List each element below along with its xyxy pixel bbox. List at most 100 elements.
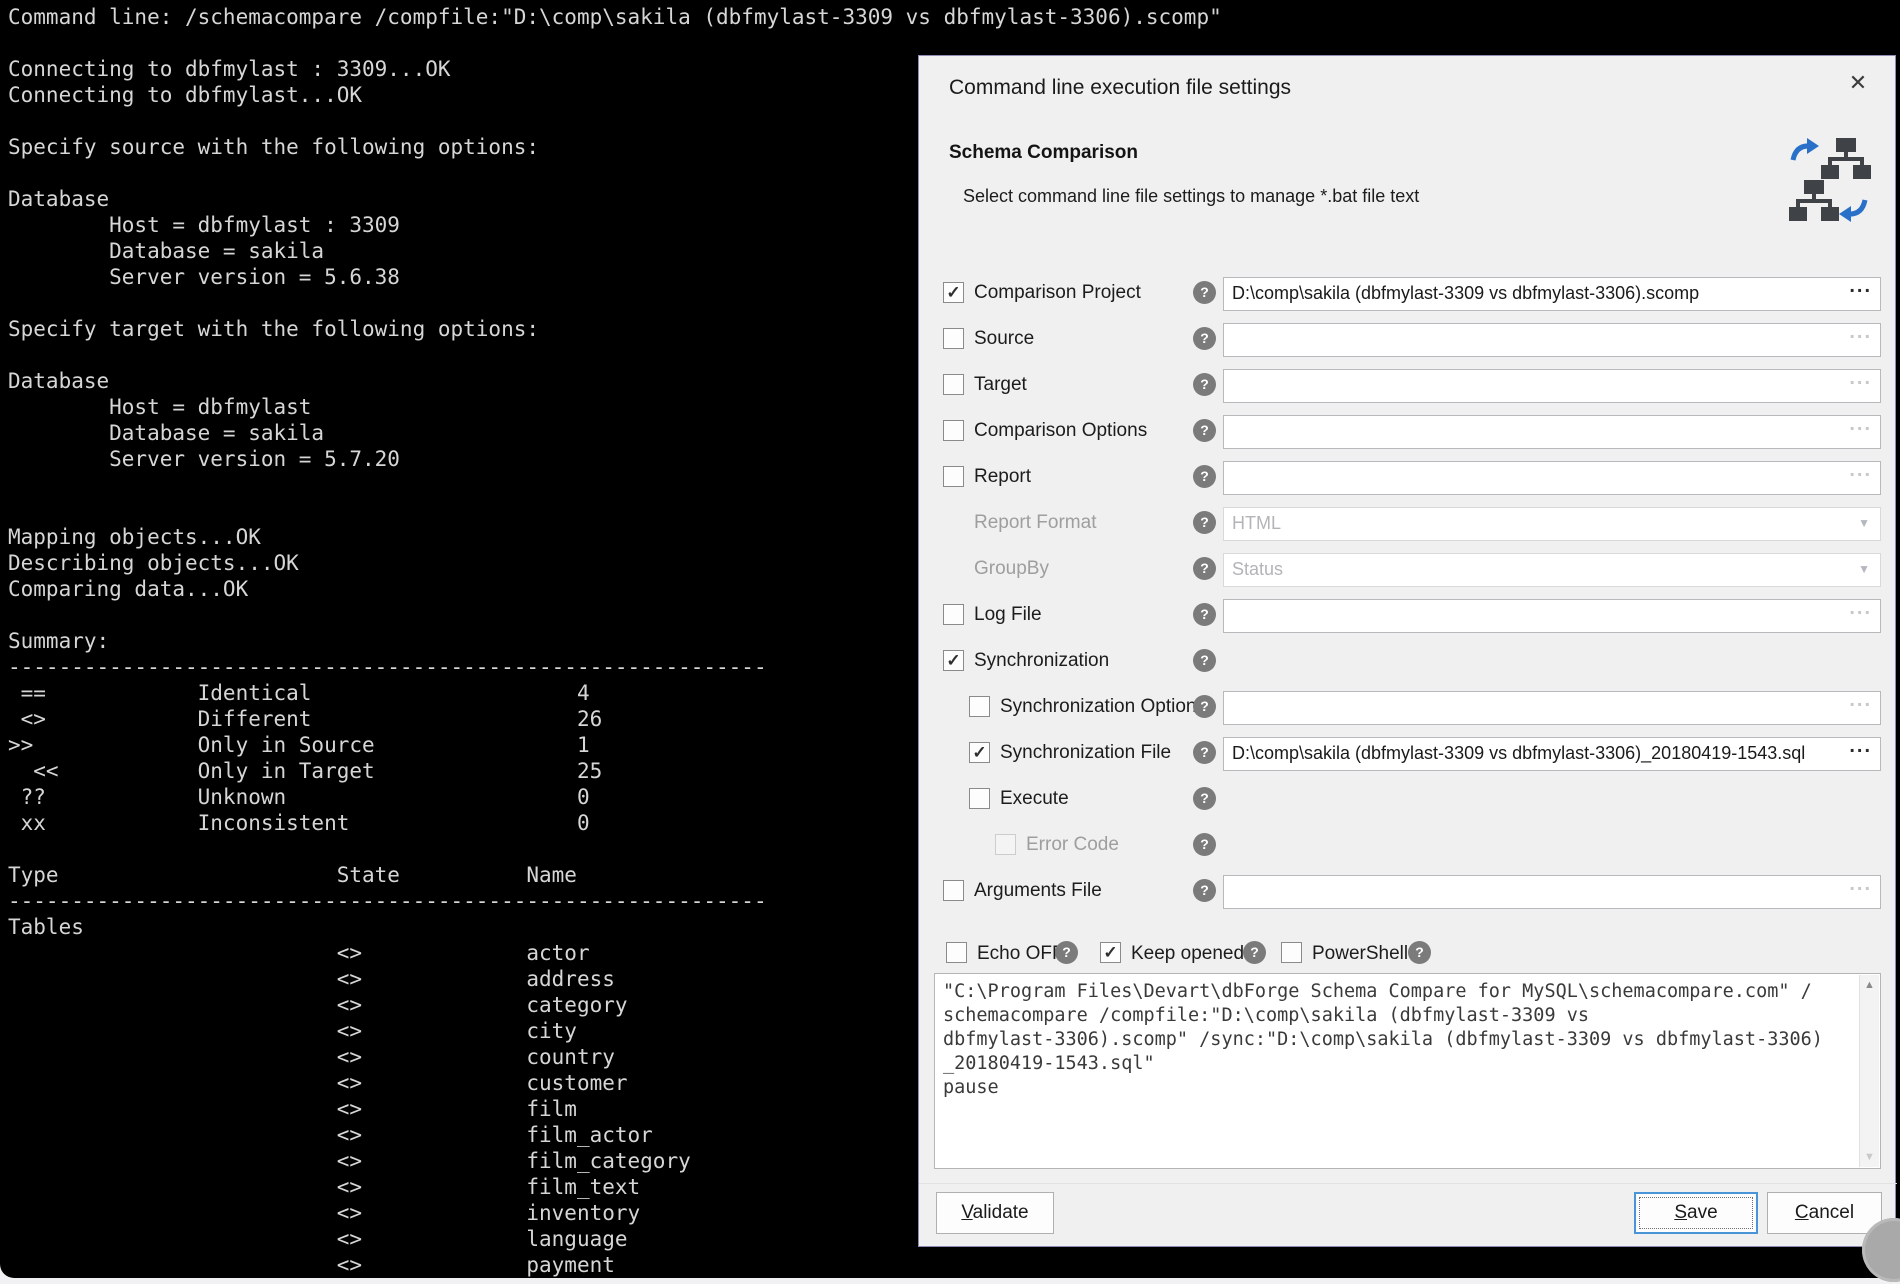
groupby-dropdown: Status ▼ [1223,553,1881,587]
report-format-dropdown: HTML▼ [1223,507,1881,541]
source-help-icon[interactable]: ? [1193,327,1216,350]
close-icon[interactable]: ✕ [1841,66,1875,100]
echo-off-label: Echo OFF [977,943,1064,965]
comparison-project-browse-button[interactable]: ... [1849,275,1872,298]
arguments-file-input[interactable]: ... [1223,875,1881,909]
row-report-format: Report Format? HTML▼ [919,501,1897,547]
powershell-help-icon[interactable]: ? [1408,941,1431,964]
schema-comparison-heading: Schema Comparison [949,142,1138,164]
comparison-options-checkbox[interactable] [943,420,964,441]
arguments-file-checkbox[interactable] [943,880,964,901]
synchronization-help-icon[interactable]: ? [1193,649,1216,672]
row-synchronization-file: ✓ Synchronization File? D:\comp\sakila (db… [919,731,1897,777]
dialog-footer: Validate Save Cancel [919,1183,1897,1246]
log-file-help-icon[interactable]: ? [1193,603,1216,626]
arguments-file-help-icon[interactable]: ? [1193,879,1216,902]
target-checkbox[interactable] [943,374,964,395]
target-help-icon[interactable]: ? [1193,373,1216,396]
scroll-up-icon[interactable]: ▲ [1860,979,1879,991]
report-help-icon[interactable]: ? [1193,465,1216,488]
arguments-file-browse-button: ... [1849,873,1872,896]
powershell-checkbox[interactable] [1281,942,1302,963]
source-label: Source [974,328,1034,350]
schema-comparison-subtitle: Select command line file settings to man… [963,186,1419,207]
save-button[interactable]: Save [1634,1192,1758,1234]
error-code-help-icon[interactable]: ? [1193,833,1216,856]
keep-opened-help-icon[interactable]: ? [1243,941,1266,964]
cancel-button[interactable]: Cancel [1767,1192,1882,1234]
report-format-label: Report Format [974,512,1096,534]
target-label: Target [974,374,1027,396]
keep-opened-checkbox[interactable]: ✓ [1100,942,1121,963]
batch-toggle-row: Echo OFF?✓Keep opened?PowerShell? [919,931,1897,975]
execute-checkbox[interactable] [969,788,990,809]
powershell-label: PowerShell [1312,943,1408,965]
synchronization-file-label: Synchronization File [1000,742,1171,764]
row-groupby: GroupBy? Status ▼ [919,547,1897,593]
comparison-options-label: Comparison Options [974,420,1147,442]
log-file-input[interactable]: ... [1223,599,1881,633]
source-checkbox[interactable] [943,328,964,349]
comparison-options-browse-button: ... [1849,413,1872,436]
execute-help-icon[interactable]: ? [1193,787,1216,810]
keep-opened-label: Keep opened [1131,943,1244,965]
batch-text-box[interactable]: "C:\Program Files\Devart\dbForge Schema … [934,973,1881,1169]
row-source: Source?... [919,317,1897,363]
report-format-help-icon[interactable]: ? [1193,511,1216,534]
row-log-file: Log File?... [919,593,1897,639]
batch-text: "C:\Program Files\Devart\dbForge Schema … [935,974,1880,1106]
error-code-checkbox [995,834,1016,855]
synchronization-options-input[interactable]: ... [1223,691,1881,725]
row-target: Target?... [919,363,1897,409]
groupby-label: GroupBy [974,558,1049,580]
report-input[interactable]: ... [1223,461,1881,495]
groupby-value: Status [1232,559,1283,580]
source-browse-button: ... [1849,321,1872,344]
synchronization-options-label: Synchronization Options [1000,696,1206,718]
validate-button[interactable]: Validate [936,1192,1054,1234]
report-checkbox[interactable] [943,466,964,487]
row-synchronization-options: Synchronization Options?... [919,685,1897,731]
comparison-project-label: Comparison Project [974,282,1141,304]
groupby-dropdown-arrow: ▼ [1858,562,1870,576]
comparison-project-checkbox[interactable]: ✓ [943,282,964,303]
comparison-project-value: D:\comp\sakila (dbfmylast-3309 vs dbfmyl… [1232,283,1699,304]
synchronization-file-checkbox[interactable]: ✓ [969,742,990,763]
target-input[interactable]: ... [1223,369,1881,403]
comparison-project-help-icon[interactable]: ? [1193,281,1216,304]
scroll-down-icon[interactable]: ▼ [1860,1151,1879,1163]
row-arguments-file: Arguments File?... [919,869,1897,915]
synchronization-options-checkbox[interactable] [969,696,990,717]
execute-label: Execute [1000,788,1069,810]
report-label: Report [974,466,1031,488]
command-line-settings-dialog: Command line execution file settings ✕ S… [918,55,1896,1247]
report-browse-button: ... [1849,459,1872,482]
synchronization-file-browse-button[interactable]: ... [1849,735,1872,758]
arguments-file-label: Arguments File [974,880,1102,902]
synchronization-file-value: D:\comp\sakila (dbfmylast-3309 vs dbfmyl… [1232,743,1805,764]
row-synchronization: ✓ Synchronization? [919,639,1897,685]
dialog-title: Command line execution file settings [949,76,1291,100]
comparison-options-input[interactable]: ... [1223,415,1881,449]
synchronization-options-help-icon[interactable]: ? [1193,695,1216,718]
log-file-browse-button: ... [1849,597,1872,620]
log-file-label: Log File [974,604,1042,626]
row-report: Report?... [919,455,1897,501]
row-execute: Execute? [919,777,1897,823]
log-file-checkbox[interactable] [943,604,964,625]
echo-off-help-icon[interactable]: ? [1055,941,1078,964]
source-input[interactable]: ... [1223,323,1881,357]
comparison-project-input[interactable]: D:\comp\sakila (dbfmylast-3309 vs dbfmyl… [1223,277,1881,311]
synchronization-file-help-icon[interactable]: ? [1193,741,1216,764]
row-comparison-options: Comparison Options?... [919,409,1897,455]
error-code-label: Error Code [1026,834,1119,856]
comparison-options-help-icon[interactable]: ? [1193,419,1216,442]
synchronization-options-browse-button: ... [1849,689,1872,712]
schema-compare-icon [1787,134,1871,226]
batch-scrollbar[interactable]: ▲ ▼ [1859,975,1879,1167]
synchronization-checkbox[interactable]: ✓ [943,650,964,671]
echo-off-checkbox[interactable] [946,942,967,963]
synchronization-label: Synchronization [974,650,1109,672]
synchronization-file-input[interactable]: D:\comp\sakila (dbfmylast-3309 vs dbfmyl… [1223,737,1881,771]
groupby-help-icon[interactable]: ? [1193,557,1216,580]
